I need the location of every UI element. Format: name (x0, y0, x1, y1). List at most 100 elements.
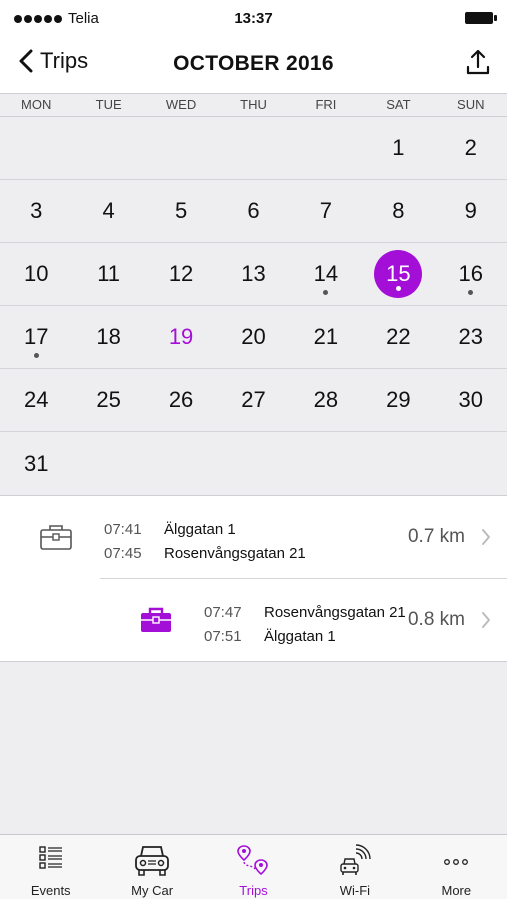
weekday-label: MON (21, 97, 52, 112)
tab-label: Wi-Fi (339, 883, 371, 898)
calendar-day[interactable]: 21 (290, 306, 362, 368)
trip-end-time: 07:45 (104, 545, 142, 562)
calendar-day[interactable]: 24 (0, 369, 72, 431)
calendar-day[interactable]: 4 (72, 180, 144, 242)
tab-label: More (441, 883, 472, 898)
day-number: 3 (30, 198, 43, 223)
calendar-empty-cell (217, 432, 289, 495)
calendar-day[interactable]: 27 (217, 369, 289, 431)
calendar-day[interactable]: 14 (290, 243, 362, 305)
day-number: 14 (313, 261, 339, 286)
calendar-day[interactable]: 7 (290, 180, 362, 242)
day-number: 1 (392, 135, 405, 160)
calendar-week: 10 11 12 13 14 15 16 (0, 243, 507, 306)
trip-from: Älggatan 1 (164, 521, 236, 538)
navigation-bar: Trips OCTOBER 2016 (0, 34, 507, 92)
calendar-day[interactable]: 15 (362, 243, 434, 305)
day-number: 10 (23, 261, 49, 286)
tab-events[interactable]: Events (0, 835, 101, 899)
route-icon (237, 845, 269, 876)
phone-screen: Telia 13:37 Trips OCTOBER 2016 MON TUE W… (0, 0, 507, 899)
calendar-day[interactable]: 1 (362, 117, 434, 179)
trip-to: Rosenvångsgatan 21 (164, 545, 306, 562)
weekday-label: SAT (386, 97, 411, 112)
briefcase-filled-icon (141, 607, 171, 632)
weekday-label: SUN (457, 97, 485, 112)
calendar-day[interactable]: 12 (145, 243, 217, 305)
day-number: 28 (313, 387, 339, 412)
calendar-day[interactable]: 19 (145, 306, 217, 368)
tab-trips[interactable]: Trips (203, 835, 304, 899)
day-number: 8 (392, 198, 405, 223)
trip-addresses: Rosenvångsgatan 21 Älggatan 1 (264, 601, 406, 649)
tab-more[interactable]: More (406, 835, 507, 899)
day-number: 27 (241, 387, 266, 412)
calendar-empty-cell (145, 117, 217, 179)
calendar-day[interactable]: 6 (217, 180, 289, 242)
calendar-day[interactable]: 22 (362, 306, 434, 368)
calendar-day[interactable]: 20 (217, 306, 289, 368)
calendar-day[interactable]: 8 (362, 180, 434, 242)
calendar-day[interactable]: 16 (435, 243, 507, 305)
chevron-right-icon (482, 529, 490, 545)
calendar-day[interactable]: 13 (217, 243, 289, 305)
trip-start-time: 07:41 (104, 521, 142, 538)
day-number: 19 (168, 324, 194, 349)
trip-indicator-dot (33, 353, 39, 358)
trip-times: 07:47 07:51 (204, 601, 242, 649)
empty-area (0, 661, 507, 834)
calendar-day[interactable]: 26 (145, 369, 217, 431)
tab-label: Trips (239, 883, 268, 898)
calendar-day[interactable]: 28 (290, 369, 362, 431)
trip-distance: 0.7 km (407, 526, 465, 547)
day-number: 30 (458, 387, 484, 412)
tab-wifi[interactable]: Wi-Fi (304, 835, 405, 899)
page-title: OCTOBER 2016 (173, 52, 334, 75)
tab-my-car[interactable]: My Car (101, 835, 202, 899)
calendar-week: 24 25 26 27 28 29 30 (0, 369, 507, 432)
day-number: 4 (102, 198, 115, 223)
day-number: 12 (168, 261, 194, 286)
day-number: 18 (96, 324, 121, 349)
trip-to: Älggatan 1 (264, 628, 336, 645)
trip-start-time: 07:47 (204, 604, 242, 621)
calendar-day[interactable]: 23 (435, 306, 507, 368)
calendar-day[interactable]: 10 (0, 243, 72, 305)
day-number: 23 (458, 324, 484, 349)
status-time: 13:37 (234, 10, 273, 27)
car-icon (135, 846, 169, 876)
calendar-empty-cell (217, 117, 289, 179)
weekday-label: WED (165, 97, 197, 112)
calendar-day[interactable]: 17 (0, 306, 72, 368)
status-bar: Telia 13:37 (0, 0, 507, 34)
calendar-day[interactable]: 5 (145, 180, 217, 242)
calendar-day[interactable]: 30 (435, 369, 507, 431)
trip-row[interactable]: 07:47 07:51 Rosenvångsgatan 21 Älggatan … (100, 578, 507, 660)
day-number: 7 (319, 198, 333, 223)
calendar-day[interactable]: 2 (435, 117, 507, 179)
calendar-day[interactable]: 3 (0, 180, 72, 242)
briefcase-outline-icon (40, 525, 72, 550)
calendar-day[interactable]: 11 (72, 243, 144, 305)
calendar-day[interactable]: 9 (435, 180, 507, 242)
calendar-empty-cell (0, 117, 72, 179)
calendar-week: 17 18 19 20 21 22 23 (0, 306, 507, 369)
day-number: 22 (386, 324, 411, 349)
calendar-day[interactable]: 31 (0, 432, 72, 495)
list-icon (38, 846, 62, 869)
day-number: 11 (97, 261, 121, 286)
trip-distance: 0.8 km (407, 609, 465, 630)
calendar-day[interactable]: 29 (362, 369, 434, 431)
trip-end-time: 07:51 (204, 628, 242, 645)
day-number: 17 (23, 324, 49, 349)
calendar-week: 3 4 5 6 7 8 9 (0, 180, 507, 243)
day-number: 21 (313, 324, 339, 349)
calendar-empty-cell (72, 117, 144, 179)
trip-row[interactable]: 07:41 07:45 Älggatan 1 Rosenvångsgatan 2… (0, 496, 507, 578)
calendar-day[interactable]: 25 (72, 369, 144, 431)
trip-indicator-dot (323, 290, 329, 295)
calendar-day[interactable]: 18 (72, 306, 144, 368)
trip-addresses: Älggatan 1 Rosenvångsgatan 21 (164, 518, 306, 566)
day-number: 9 (464, 198, 477, 223)
share-icon[interactable] (465, 48, 491, 76)
